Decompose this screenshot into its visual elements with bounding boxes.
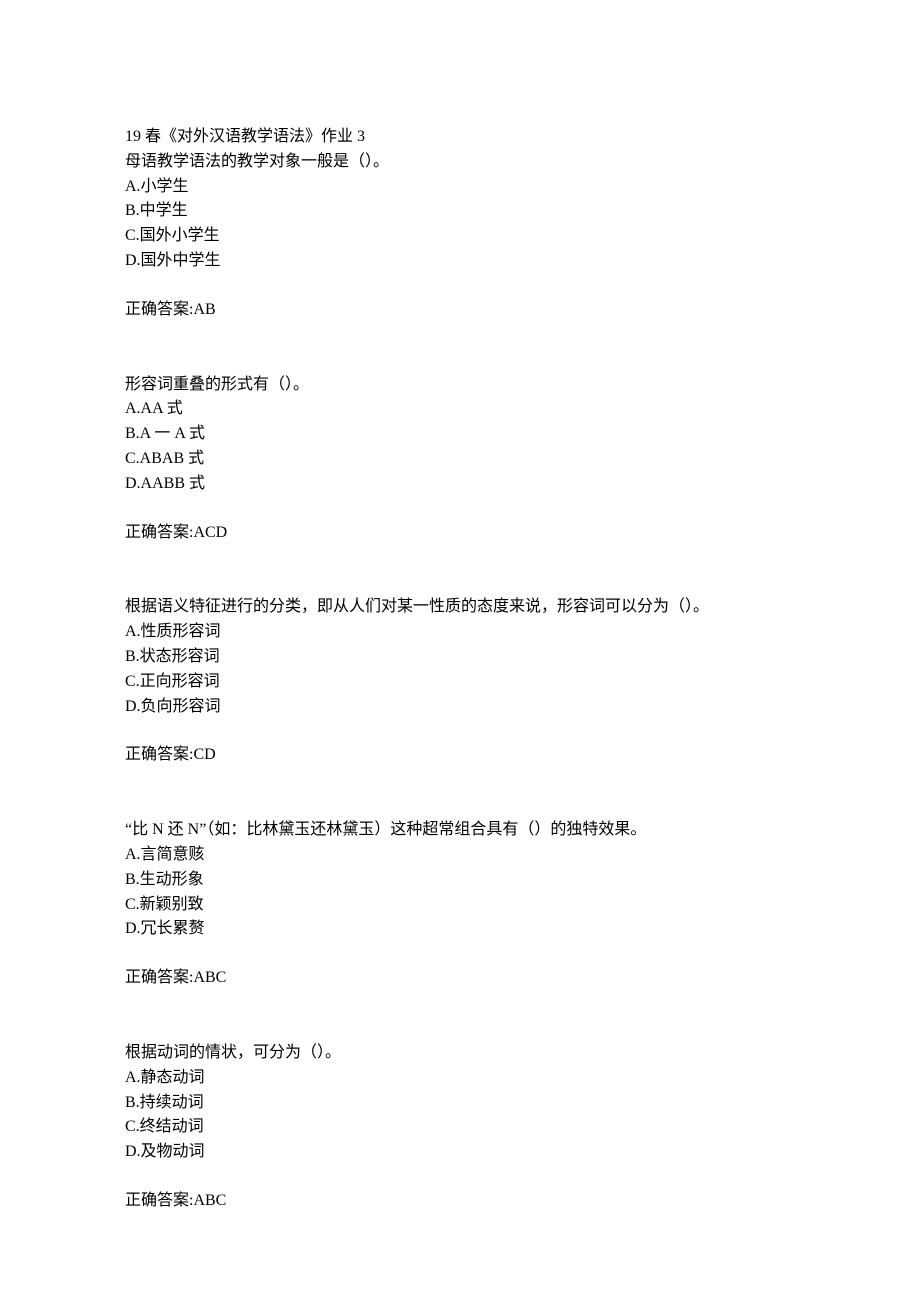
answer-line: 正确答案:ABC (125, 966, 795, 991)
document-header: 19 春《对外汉语教学语法》作业 3 (125, 125, 795, 150)
option-c: C.国外小学生 (125, 224, 795, 249)
option-c: C.正向形容词 (125, 670, 795, 695)
option-b: B.状态形容词 (125, 645, 795, 670)
option-d: D.负向形容词 (125, 695, 795, 720)
question-stem: “比 N 还 N”（如：比林黛玉还林黛玉）这种超常组合具有（）的独特效果。 (125, 818, 795, 843)
answer-line: 正确答案:AB (125, 298, 795, 323)
question-block: 根据语义特征进行的分类，即从人们对某一性质的态度来说，形容词可以分为（）。 A.… (125, 595, 795, 768)
question-block: 形容词重叠的形式有（）。 A.AA 式 B.A 一 A 式 C.ABAB 式 D… (125, 373, 795, 546)
option-b: B.中学生 (125, 199, 795, 224)
question-stem: 母语教学语法的教学对象一般是（）。 (125, 150, 795, 175)
option-d: D.国外中学生 (125, 249, 795, 274)
answer-line: 正确答案:ABC (125, 1189, 795, 1214)
option-c: C.新颖别致 (125, 893, 795, 918)
option-a: A.性质形容词 (125, 620, 795, 645)
option-d: D.及物动词 (125, 1140, 795, 1165)
question-stem: 根据语义特征进行的分类，即从人们对某一性质的态度来说，形容词可以分为（）。 (125, 595, 795, 620)
question-stem: 根据动词的情状，可分为（）。 (125, 1041, 795, 1066)
page-content: 19 春《对外汉语教学语法》作业 3 母语教学语法的教学对象一般是（）。 A.小… (0, 0, 920, 1214)
question-block: 母语教学语法的教学对象一般是（）。 A.小学生 B.中学生 C.国外小学生 D.… (125, 150, 795, 323)
option-b: B.生动形象 (125, 868, 795, 893)
answer-line: 正确答案:ACD (125, 521, 795, 546)
question-stem: 形容词重叠的形式有（）。 (125, 373, 795, 398)
option-c: C.终结动词 (125, 1115, 795, 1140)
question-block: 根据动词的情状，可分为（）。 A.静态动词 B.持续动词 C.终结动词 D.及物… (125, 1041, 795, 1214)
option-a: A.言简意赅 (125, 843, 795, 868)
question-block: “比 N 还 N”（如：比林黛玉还林黛玉）这种超常组合具有（）的独特效果。 A.… (125, 818, 795, 991)
option-a: A.AA 式 (125, 397, 795, 422)
answer-line: 正确答案:CD (125, 743, 795, 768)
option-b: B.A 一 A 式 (125, 422, 795, 447)
option-d: D.冗长累赘 (125, 917, 795, 942)
option-a: A.静态动词 (125, 1066, 795, 1091)
option-c: C.ABAB 式 (125, 447, 795, 472)
option-d: D.AABB 式 (125, 472, 795, 497)
option-a: A.小学生 (125, 175, 795, 200)
option-b: B.持续动词 (125, 1091, 795, 1116)
